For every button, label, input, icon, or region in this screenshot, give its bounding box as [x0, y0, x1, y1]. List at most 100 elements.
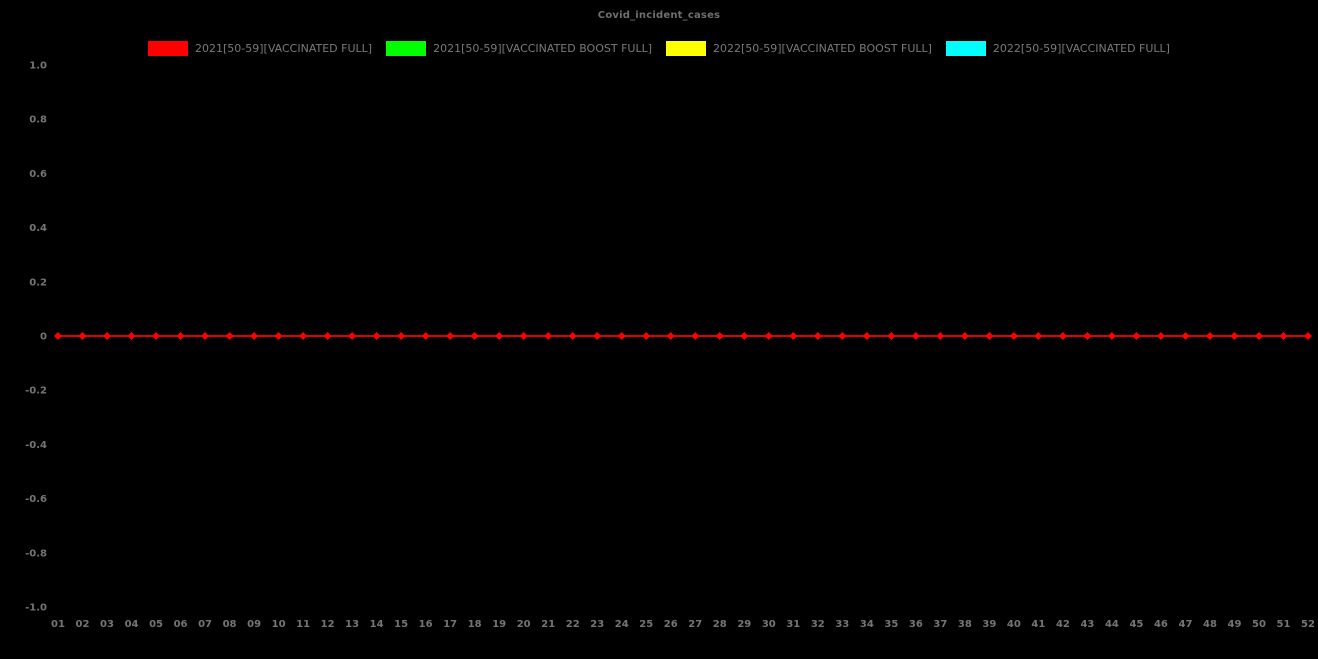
data-point-marker [789, 332, 798, 340]
data-point-marker [519, 332, 528, 340]
x-tick-label: 44 [1105, 619, 1119, 630]
x-tick-label: 35 [884, 619, 898, 630]
data-point-marker [1156, 332, 1165, 340]
x-tick-label: 37 [933, 619, 947, 630]
chart-canvas: Covid_incident_cases 2021[50-59][VACCINA… [0, 0, 1318, 659]
data-point-marker [299, 332, 308, 340]
data-point-marker [1230, 332, 1239, 340]
data-point-marker [544, 332, 553, 340]
x-tick-label: 28 [713, 619, 727, 630]
data-point-marker [1181, 332, 1190, 340]
data-point-marker [1009, 332, 1018, 340]
x-tick-label: 36 [909, 619, 923, 630]
y-tick-label: -0.2 [25, 386, 47, 397]
x-tick-label: 39 [982, 619, 996, 630]
x-tick-label: 16 [419, 619, 433, 630]
data-point-marker [446, 332, 455, 340]
x-tick-label: 33 [835, 619, 849, 630]
x-tick-label: 08 [223, 619, 237, 630]
plot-area: 1.0 0.8 0.6 0.4 0.2 0 -0.2 -0.4 -0.6 -0.8 -1.0 01 02… [25, 61, 1315, 631]
x-tick-label: 47 [1178, 619, 1192, 630]
data-point-marker [1132, 332, 1141, 340]
x-tick-label: 19 [492, 619, 506, 630]
data-point-marker [1083, 332, 1092, 340]
data-point-marker [470, 332, 479, 340]
data-point-marker [838, 332, 847, 340]
y-tick-label: 1.0 [29, 61, 47, 72]
data-point-marker [348, 332, 357, 340]
data-point-marker [936, 332, 945, 340]
y-tick-label: 0.4 [29, 223, 47, 234]
data-point-marker [127, 332, 136, 340]
data-point-marker [372, 332, 381, 340]
data-point-marker [887, 332, 896, 340]
x-tick-label: 05 [149, 619, 163, 630]
data-point-marker [691, 332, 700, 340]
data-point-marker [1034, 332, 1043, 340]
data-point-marker [176, 332, 185, 340]
data-point-marker [617, 332, 626, 340]
x-tick-label: 12 [321, 619, 335, 630]
data-point-marker [568, 332, 577, 340]
data-point-marker [740, 332, 749, 340]
data-point-marker [862, 332, 871, 340]
data-point-marker [1279, 332, 1288, 340]
x-tick-label: 26 [664, 619, 678, 630]
data-point-marker [323, 332, 332, 340]
x-tick-label: 29 [737, 619, 751, 630]
x-tick-label: 15 [394, 619, 408, 630]
y-tick-label: 0.6 [29, 169, 47, 180]
y-tick-label: -0.4 [25, 440, 47, 451]
x-tick-label: 27 [688, 619, 702, 630]
x-tick-label: 21 [541, 619, 555, 630]
data-point-marker [495, 332, 504, 340]
y-tick-label: -1.0 [25, 603, 47, 614]
data-point-marker [397, 332, 406, 340]
data-point-marker [421, 332, 430, 340]
x-tick-label: 02 [76, 619, 90, 630]
x-tick-label: 50 [1252, 619, 1266, 630]
x-tick-label: 20 [517, 619, 531, 630]
y-tick-label: 0.2 [29, 277, 47, 288]
x-tick-label: 41 [1031, 619, 1045, 630]
data-point-marker [1254, 332, 1263, 340]
data-point-marker [250, 332, 259, 340]
y-tick-label: -0.6 [25, 494, 47, 505]
x-tick-label: 40 [1007, 619, 1021, 630]
x-tick-label: 25 [639, 619, 653, 630]
data-point-marker [642, 332, 651, 340]
x-tick-label: 32 [811, 619, 825, 630]
x-tick-label: 13 [345, 619, 359, 630]
x-tick-label: 38 [958, 619, 972, 630]
x-tick-label: 03 [100, 619, 114, 630]
x-tick-label: 07 [198, 619, 212, 630]
data-point-marker [1107, 332, 1116, 340]
data-point-marker [985, 332, 994, 340]
data-point-marker [666, 332, 675, 340]
y-tick-label: 0 [40, 332, 47, 343]
x-tick-label: 51 [1277, 619, 1291, 630]
data-point-marker [103, 332, 112, 340]
data-point-marker [78, 332, 87, 340]
x-tick-label: 45 [1129, 619, 1143, 630]
data-point-marker [911, 332, 920, 340]
data-point-marker [1205, 332, 1214, 340]
data-point-marker [764, 332, 773, 340]
data-point-marker [274, 332, 283, 340]
x-tick-label: 22 [566, 619, 580, 630]
x-tick-label: 11 [296, 619, 310, 630]
y-tick-label: -0.8 [25, 548, 47, 559]
data-point-marker [1058, 332, 1067, 340]
x-tick-label: 01 [51, 619, 65, 630]
data-point-marker [593, 332, 602, 340]
data-point-marker [54, 332, 62, 340]
data-point-marker [813, 332, 822, 340]
data-point-marker [1304, 332, 1312, 340]
data-point-marker [715, 332, 724, 340]
x-tick-label: 49 [1228, 619, 1242, 630]
x-tick-label: 06 [174, 619, 188, 630]
x-tick-label: 43 [1080, 619, 1094, 630]
y-tick-label: 0.8 [29, 115, 47, 126]
data-point-marker [152, 332, 161, 340]
x-tick-label: 10 [272, 619, 286, 630]
